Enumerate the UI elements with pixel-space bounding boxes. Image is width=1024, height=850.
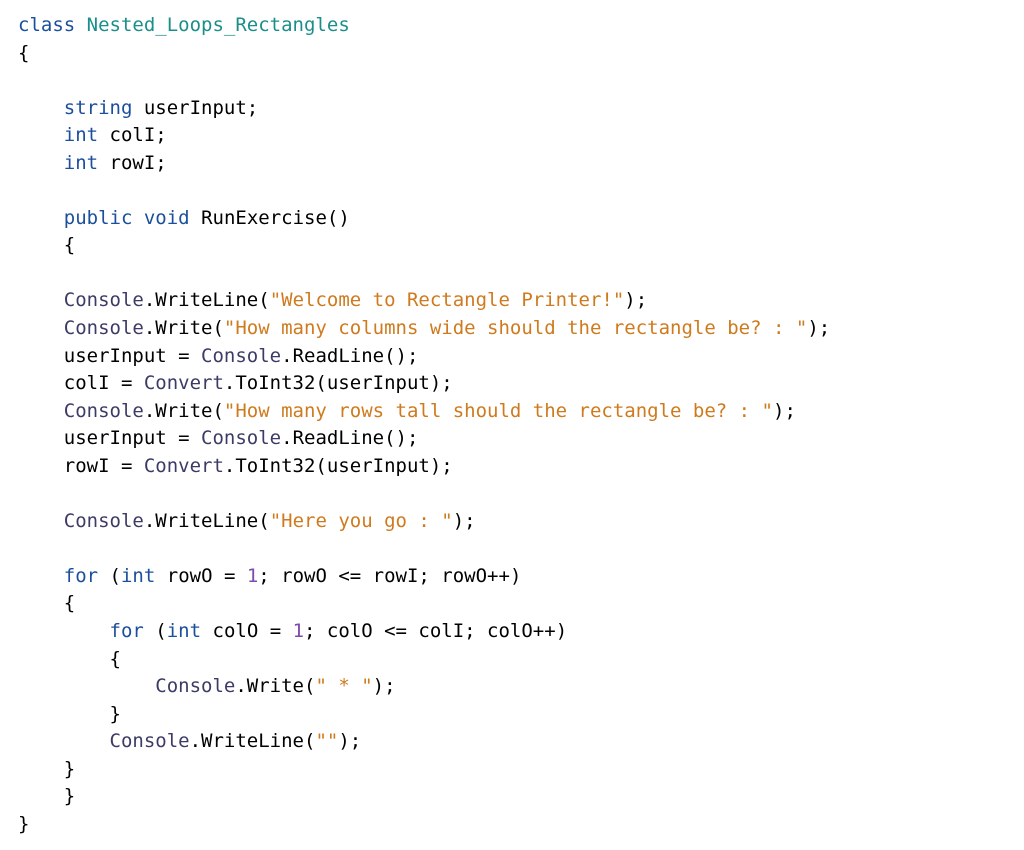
field-userinput: userInput;	[144, 97, 258, 119]
brace-close: }	[110, 703, 121, 725]
for-rest: ; colO <= colI; colO++)	[304, 620, 567, 642]
assign-rowi: rowI =	[64, 455, 144, 477]
string-literal: "How many rows tall should the rectangle…	[224, 400, 773, 422]
convert-class: Convert	[144, 372, 224, 394]
for-init: colO =	[201, 620, 293, 642]
write-call: .Write(	[235, 675, 315, 697]
field-rowi: rowI;	[110, 152, 167, 174]
string-literal: "How many columns wide should the rectan…	[224, 317, 807, 339]
console-class: Console	[64, 510, 144, 532]
kw-string: string	[64, 97, 133, 119]
toint32-call: .ToInt32(userInput);	[224, 372, 453, 394]
kw-void: void	[144, 207, 190, 229]
brace-open: {	[110, 648, 121, 670]
brace-open: {	[64, 234, 75, 256]
string-literal: " * "	[315, 675, 372, 697]
write-call: .Write(	[144, 317, 224, 339]
write-call: .Write(	[144, 400, 224, 422]
console-class: Console	[64, 400, 144, 422]
brace-close: }	[64, 758, 75, 780]
kw-for: for	[64, 565, 98, 587]
number-literal: 1	[293, 620, 304, 642]
brace-open: {	[64, 592, 75, 614]
toint32-call: .ToInt32(userInput);	[224, 455, 453, 477]
assign-userinput: userInput =	[64, 345, 201, 367]
for-open: (	[98, 565, 121, 587]
stmt-end: );	[373, 675, 396, 697]
kw-for: for	[110, 620, 144, 642]
console-class: Console	[201, 427, 281, 449]
string-literal: "Here you go : "	[270, 510, 453, 532]
assign-userinput: userInput =	[64, 427, 201, 449]
kw-class: class	[18, 14, 75, 36]
stmt-end: );	[807, 317, 830, 339]
brace-close: }	[64, 785, 75, 807]
code-block: class Nested_Loops_Rectangles { string u…	[0, 0, 1024, 850]
stmt-end: );	[773, 400, 796, 422]
kw-int: int	[64, 124, 98, 146]
kw-public: public	[64, 207, 133, 229]
kw-int: int	[121, 565, 155, 587]
brace-close: }	[18, 813, 29, 835]
readline-call: .ReadLine();	[281, 427, 418, 449]
console-class: Console	[155, 675, 235, 697]
stmt-end: );	[624, 289, 647, 311]
brace-open: {	[18, 42, 29, 64]
kw-int: int	[167, 620, 201, 642]
string-literal: ""	[315, 730, 338, 752]
writeline-call: .WriteLine(	[190, 730, 316, 752]
writeline-call: .WriteLine(	[144, 510, 270, 532]
number-literal: 1	[247, 565, 258, 587]
convert-class: Convert	[144, 455, 224, 477]
assign-coli: colI =	[64, 372, 144, 394]
console-class: Console	[64, 289, 144, 311]
field-coli: colI;	[110, 124, 167, 146]
console-class: Console	[64, 317, 144, 339]
console-class: Console	[110, 730, 190, 752]
writeline-call: .WriteLine(	[144, 289, 270, 311]
stmt-end: );	[453, 510, 476, 532]
class-name: Nested_Loops_Rectangles	[87, 14, 350, 36]
stmt-end: );	[338, 730, 361, 752]
for-rest: ; rowO <= rowI; rowO++)	[258, 565, 521, 587]
string-literal: "Welcome to Rectangle Printer!"	[270, 289, 625, 311]
method-name: RunExercise()	[201, 207, 350, 229]
kw-int: int	[64, 152, 98, 174]
readline-call: .ReadLine();	[281, 345, 418, 367]
for-open: (	[144, 620, 167, 642]
console-class: Console	[201, 345, 281, 367]
for-init: rowO =	[155, 565, 247, 587]
